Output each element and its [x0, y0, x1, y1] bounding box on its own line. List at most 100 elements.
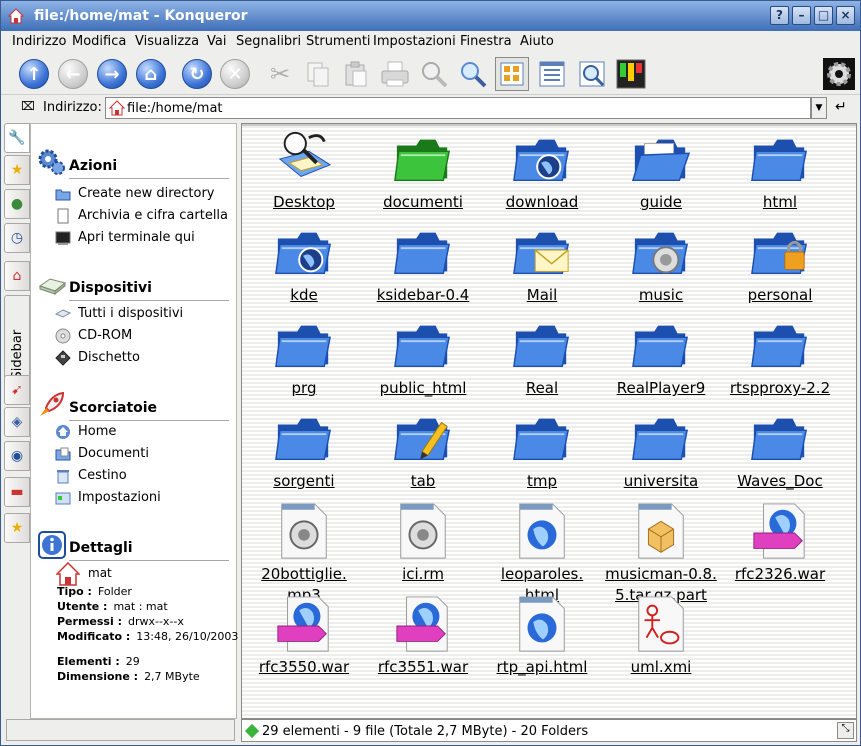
file-item[interactable]: download: [483, 128, 601, 221]
cut-button[interactable]: ✂: [263, 57, 297, 91]
file-item[interactable]: rtspproxy-2.2: [721, 314, 839, 407]
zoom-in-icon: [422, 62, 448, 88]
file-name: Real: [525, 379, 559, 397]
paste-button[interactable]: [339, 57, 373, 91]
file-item[interactable]: personal: [721, 221, 839, 314]
file-item[interactable]: rfc3551.war: [364, 593, 482, 686]
file-item[interactable]: public_html: [364, 314, 482, 407]
file-item[interactable]: rfc3550.war: [245, 593, 363, 686]
icon-view[interactable]: Desktop documenti download guide html kde ksid…: [241, 123, 857, 719]
settings-button[interactable]: [822, 57, 856, 91]
copy-button[interactable]: [301, 57, 335, 91]
menu-aiuto[interactable]: Aiuto: [520, 34, 554, 49]
preview-button[interactable]: [575, 57, 609, 91]
help-button[interactable]: ?: [770, 6, 789, 25]
sound-file-icon: [281, 503, 327, 559]
location-label: Indirizzo:: [43, 100, 102, 115]
terminal-icon: [55, 231, 71, 245]
file-item[interactable]: ici.rm: [364, 500, 482, 593]
file-item[interactable]: guide: [602, 128, 720, 221]
maximize-button[interactable]: □: [814, 6, 833, 25]
file-item[interactable]: ksidebar-0.4: [364, 221, 482, 314]
home-icon[interactable]: [7, 7, 25, 25]
file-item[interactable]: universita: [602, 407, 720, 500]
file-item[interactable]: tmp: [483, 407, 601, 500]
forward-button[interactable]: →: [95, 57, 129, 91]
file-item[interactable]: uml.xmi: [602, 593, 720, 686]
status-bar: 29 elementi - 9 file (Totale 2,7 MByte) …: [241, 719, 857, 742]
file-item[interactable]: html: [721, 128, 839, 221]
settings-icon: [55, 492, 71, 505]
clear-location-icon[interactable]: ⌧: [21, 99, 35, 113]
back-button[interactable]: ←: [56, 57, 90, 91]
drive-icon: [38, 278, 67, 296]
file-item[interactable]: rtp_api.html: [483, 593, 601, 686]
status-link-button[interactable]: ⤡: [837, 722, 854, 739]
sidebar-status: [6, 719, 235, 741]
tab-services[interactable]: ➹: [4, 375, 30, 405]
menu-strumenti[interactable]: Strumenti: [306, 34, 371, 49]
home-button[interactable]: ⌂: [134, 57, 168, 91]
uml-file-icon: [638, 596, 684, 652]
file-name: sorgenti: [273, 472, 335, 490]
status-indicator-icon: [244, 723, 260, 739]
tab-favorites[interactable]: ★: [4, 513, 30, 543]
file-name: documenti: [383, 193, 463, 211]
location-dropdown-button[interactable]: ▼: [811, 97, 827, 119]
tab-bookmarks[interactable]: ★: [4, 155, 30, 185]
file-item[interactable]: kde: [245, 221, 363, 314]
file-item[interactable]: rfc2326.war: [721, 500, 839, 593]
konsole-button[interactable]: [614, 57, 648, 91]
tab-tools[interactable]: 🔧: [4, 123, 30, 153]
file-item[interactable]: tab: [364, 407, 482, 500]
minimize-button[interactable]: –: [792, 6, 811, 25]
file-item[interactable]: Real: [483, 314, 601, 407]
menu-bar: Indirizzo Modifica Visualizza Vai Segnal…: [1, 31, 860, 53]
detail-modificato: Modificato :13:48, 26/10/2003: [57, 630, 239, 643]
file-item[interactable]: Desktop: [245, 128, 363, 221]
file-item[interactable]: prg: [245, 314, 363, 407]
file-item[interactable]: music: [602, 221, 720, 314]
file-item[interactable]: Waves_Doc: [721, 407, 839, 500]
icon-view-button[interactable]: [495, 57, 529, 91]
zoom-out-button[interactable]: [456, 57, 490, 91]
status-text: 29 elementi - 9 file (Totale 2,7 MByte) …: [262, 724, 589, 739]
close-button[interactable]: ×: [836, 6, 855, 25]
detail-view-button[interactable]: [535, 57, 569, 91]
divider: [69, 560, 229, 561]
file-name: ksidebar-0.4: [376, 286, 470, 304]
tab-network[interactable]: ◈: [4, 407, 30, 437]
print-button[interactable]: [378, 57, 412, 91]
divider: [69, 300, 229, 301]
tab-history[interactable]: ◷: [4, 223, 30, 253]
file-item[interactable]: leoparoles. html: [483, 500, 601, 604]
up-button[interactable]: ↑: [17, 57, 51, 91]
www-file-icon: [277, 596, 329, 652]
reload-button[interactable]: ↻: [180, 57, 214, 91]
file-item[interactable]: Mail: [483, 221, 601, 314]
go-icon[interactable]: ↵: [835, 99, 847, 115]
file-item[interactable]: documenti: [364, 128, 482, 221]
menu-vai[interactable]: Vai: [207, 34, 226, 49]
menu-indirizzo[interactable]: Indirizzo: [12, 34, 67, 49]
zoom-in-button[interactable]: [417, 57, 451, 91]
section-azioni: Azioni: [37, 148, 231, 179]
file-item[interactable]: RealPlayer9: [602, 314, 720, 407]
file-item[interactable]: musicman-0.8. 5.tar.gz.part: [602, 500, 720, 604]
file-item[interactable]: 20bottiglie. mp3: [245, 500, 363, 604]
tab-folders[interactable]: ▬: [4, 477, 30, 507]
menu-modifica[interactable]: Modifica: [72, 34, 126, 49]
menu-finestra[interactable]: Finestra: [460, 34, 512, 49]
title-bar[interactable]: file:/home/mat - Konqueror ? – □ ×: [1, 1, 860, 31]
html-file-icon: [519, 596, 565, 652]
tab-web[interactable]: ◉: [4, 441, 30, 471]
divider: [69, 178, 229, 179]
file-item[interactable]: sorgenti: [245, 407, 363, 500]
stop-button[interactable]: ✕: [218, 57, 252, 91]
menu-impostazioni[interactable]: Impostazioni: [373, 34, 456, 49]
tab-devices[interactable]: ●: [4, 189, 30, 219]
location-input[interactable]: file:/home/mat: [105, 97, 811, 119]
menu-segnalibri[interactable]: Segnalibri: [236, 34, 301, 49]
menu-visualizza[interactable]: Visualizza: [135, 34, 199, 49]
tab-home[interactable]: ⌂: [4, 261, 30, 291]
